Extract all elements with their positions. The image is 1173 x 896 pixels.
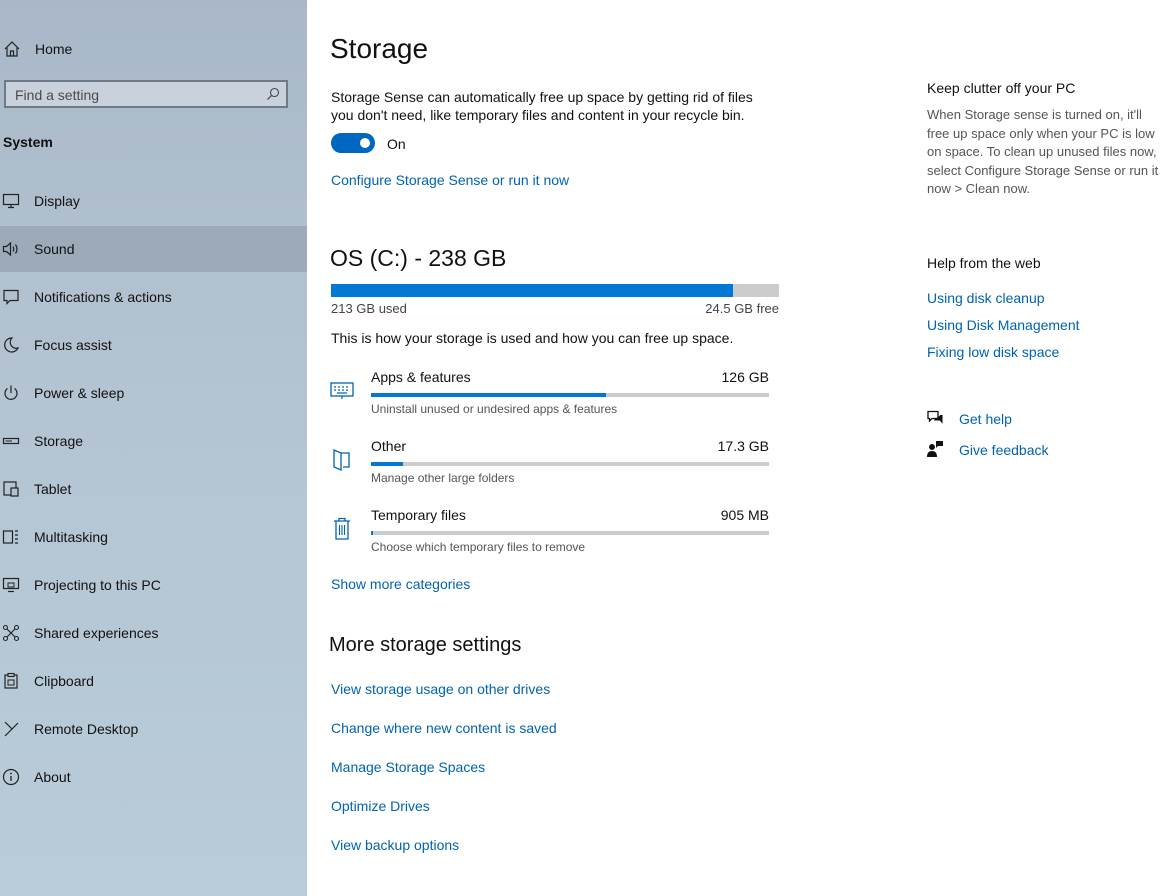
category-bar [371,531,769,535]
sidebar-item-clipboard[interactable]: Clipboard [0,658,307,704]
usage-intro: This is how your storage is used and how… [331,330,734,346]
feedback-icon[interactable] [926,440,944,458]
configure-storage-sense-link[interactable]: Configure Storage Sense or run it now [331,172,569,188]
search-icon[interactable] [266,87,280,101]
tablet-icon [3,481,19,497]
sidebar-item-remote-desktop[interactable]: Remote Desktop [0,706,307,752]
sidebar-item-shared-experiences[interactable]: Shared experiences [0,610,307,656]
sidebar-item-tablet[interactable]: Tablet [0,466,307,512]
sidebar-item-sound[interactable]: Sound [0,226,307,272]
clutter-heading: Keep clutter off your PC [927,80,1076,96]
folder-icon [333,449,350,471]
category-description: Choose which temporary files to remove [371,540,586,554]
sidebar-item-label: Sound [34,241,75,257]
category-size: 905 MB [720,507,769,523]
moon-icon [4,337,20,353]
sidebar-item-label: Notifications & actions [34,289,172,305]
info-icon [2,768,20,786]
manage-storage-spaces-link[interactable]: Manage Storage Spaces [331,759,485,775]
drive-usage-fill [331,284,733,297]
trash-icon [334,517,350,540]
category-bar-fill [371,531,373,535]
shared-icon [2,624,20,642]
sidebar-item-label: Power & sleep [34,385,125,401]
sidebar-item-label: About [34,769,71,785]
drive-free-label: 24.5 GB free [705,301,779,316]
sidebar-item-label: Home [35,41,73,57]
category-size: 17.3 GB [717,438,769,454]
main-content: Storage Storage Sense can automatically … [307,0,1173,896]
category-bar-fill [371,393,606,397]
help-link-low-disk-space[interactable]: Fixing low disk space [927,344,1059,360]
sidebar-item-notifications[interactable]: Notifications & actions [0,274,307,320]
get-help-icon[interactable] [926,409,944,427]
category-bar [371,393,769,397]
drive-title: OS (C:) - 238 GB [330,245,507,271]
sidebar-item-storage[interactable]: Storage [0,418,307,464]
toggle-state-label: On [387,136,406,152]
sidebar-item-label: Projecting to this PC [34,577,161,593]
category-description: Manage other large folders [371,471,515,485]
optimize-drives-link[interactable]: Optimize Drives [331,798,430,814]
category-other[interactable]: Other 17.3 GB Manage other large folders [329,438,779,498]
give-feedback-link[interactable]: Give feedback [959,442,1049,458]
category-description: Uninstall unused or undesired apps & fea… [371,402,618,416]
sidebar-item-label: Clipboard [34,673,94,689]
sidebar-item-label: Remote Desktop [34,721,139,737]
clipboard-icon [4,672,18,689]
drive-usage-bar [331,284,779,297]
view-backup-options-link[interactable]: View backup options [331,837,459,853]
sidebar-item-label: Multitasking [34,529,108,545]
sidebar-item-focus-assist[interactable]: Focus assist [0,322,307,368]
show-more-categories-link[interactable]: Show more categories [331,576,470,592]
speaker-icon [2,241,18,257]
category-bar [371,462,769,466]
sidebar-item-multitasking[interactable]: Multitasking [0,514,307,560]
notification-icon [3,289,19,305]
storage-sense-description: Storage Sense can automatically free up … [331,89,753,123]
sidebar-item-label: Storage [34,433,84,449]
keyboard-icon [330,382,354,399]
power-icon [4,385,18,400]
more-storage-heading: More storage settings [329,634,522,656]
sidebar-item-label: Display [34,193,80,209]
storage-icon [2,437,20,445]
page-title: Storage [330,33,429,64]
storage-sense-toggle[interactable] [331,133,375,153]
sidebar-item-power-sleep[interactable]: Power & sleep [0,370,307,416]
help-heading: Help from the web [927,255,1041,271]
sidebar-item-home[interactable]: Home [0,32,307,66]
remote-desktop-icon [4,721,19,737]
multitasking-icon [2,530,18,544]
category-temporary-files[interactable]: Temporary files 905 MB Choose which temp… [329,507,779,567]
category-apps-features[interactable]: Apps & features 126 GB Uninstall unused … [329,369,779,429]
display-icon [2,193,20,209]
sidebar-item-label: Tablet [34,481,72,497]
view-storage-other-drives-link[interactable]: View storage usage on other drives [331,681,550,697]
help-link-disk-cleanup[interactable]: Using disk cleanup [927,290,1045,306]
search-input[interactable] [15,87,255,103]
sidebar: Home System Display Sound Notifications … [0,0,307,896]
sidebar-item-about[interactable]: About [0,754,307,800]
section-label: System [3,134,53,150]
category-bar-fill [371,462,403,466]
clutter-text: When Storage sense is turned on, it'll f… [927,107,1159,197]
sidebar-item-projecting[interactable]: Projecting to this PC [0,562,307,608]
sidebar-item-label: Focus assist [34,337,112,353]
category-size: 126 GB [721,369,769,385]
get-help-link[interactable]: Get help [959,411,1012,427]
sidebar-item-display[interactable]: Display [0,178,307,224]
toggle-knob [360,138,370,148]
help-link-disk-management[interactable]: Using Disk Management [927,317,1080,333]
search-box[interactable] [4,80,288,108]
projecting-icon [2,577,20,593]
change-new-content-location-link[interactable]: Change where new content is saved [331,720,557,736]
sidebar-item-label: Shared experiences [34,625,159,641]
home-icon [4,41,20,57]
